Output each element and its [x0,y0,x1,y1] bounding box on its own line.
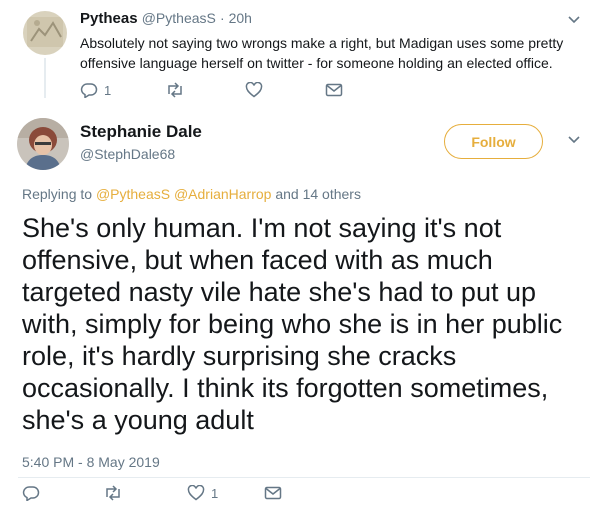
reply-icon [22,485,40,501]
thread-connector [44,58,46,98]
reply-reply-count: 1 [104,82,112,98]
main-more-menu[interactable] [567,135,581,145]
chevron-down-icon [567,15,581,25]
main-like-button[interactable]: 1 [187,485,218,501]
reply-time[interactable]: · 20h [220,10,252,26]
reply-more-menu[interactable] [567,15,581,25]
main-tweet-text: She's only human. I'm not saying it's no… [22,213,563,435]
main-author-name[interactable]: Stephanie Dale [80,122,202,142]
mention-link[interactable]: @PytheasS [96,186,170,202]
reply-tweet-text: Absolutely not saying two wrongs make a … [80,35,564,71]
main-like-count: 1 [211,485,219,501]
replying-to-label: Replying to [22,186,93,202]
retweet-icon [165,82,185,98]
reply-reply-button[interactable]: 1 [80,82,111,98]
reply-avatar[interactable] [23,11,67,55]
reply-message-button[interactable] [325,82,343,98]
message-icon [264,485,282,501]
reply-author-name[interactable]: Pytheas [80,10,138,27]
reply-like-button[interactable] [245,82,263,98]
chevron-down-icon [567,135,581,145]
main-avatar[interactable] [17,118,69,170]
mention-link[interactable]: @AdrianHarrop [174,186,271,202]
like-icon [187,485,205,501]
retweet-icon [103,485,123,501]
tweet-timestamp[interactable]: 5:40 PM - 8 May 2019 [22,454,160,470]
message-icon [325,82,343,98]
follow-button[interactable]: Follow [444,124,543,159]
divider [18,477,590,478]
main-author-handle[interactable]: @StephDale68 [80,146,175,162]
others-link[interactable]: and 14 others [275,186,361,202]
reply-retweet-button[interactable] [165,82,185,98]
like-icon [245,82,263,98]
replying-to-line: Replying to @PytheasS @AdrianHarrop and … [22,186,361,202]
reply-author-handle[interactable]: @PytheasS [142,10,216,26]
reply-icon [80,82,98,98]
main-message-button[interactable] [264,485,282,501]
reply-author[interactable]: Pytheas @PytheasS · 20h [80,10,252,27]
main-reply-button[interactable] [22,485,40,501]
main-retweet-button[interactable] [103,485,123,501]
